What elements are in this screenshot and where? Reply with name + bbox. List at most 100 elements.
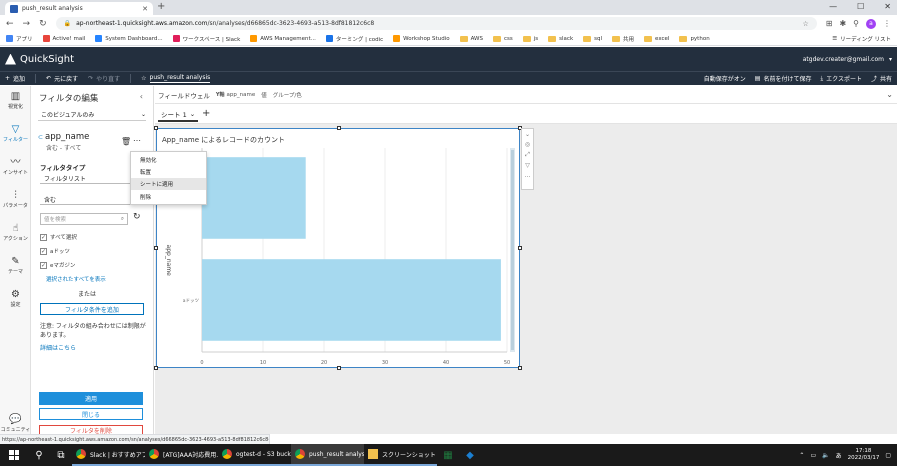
- learn-more-link[interactable]: 詳細はこちら: [40, 343, 76, 352]
- rail-item-visualize[interactable]: ▥ 視覚化: [0, 91, 31, 110]
- bookmark-star-icon[interactable]: ☆: [802, 20, 808, 28]
- taskbar-app[interactable]: push_result analysis...: [291, 444, 364, 466]
- menu-item-delete[interactable]: 削除: [131, 191, 206, 203]
- bookmark-item[interactable]: sql: [583, 35, 602, 42]
- bookmark-item[interactable]: js: [522, 35, 538, 42]
- bookmark-item[interactable]: AWS Management...: [250, 35, 316, 42]
- show-selected-link[interactable]: 選択されたすべてを表示: [46, 275, 106, 283]
- minimize-icon[interactable]: —: [829, 2, 837, 11]
- checkbox[interactable]: ✓: [40, 233, 47, 241]
- bookmark-item[interactable]: Active! mail: [42, 35, 85, 42]
- focus-icon[interactable]: ◎: [525, 141, 530, 148]
- bookmark-item[interactable]: Workshop Studio: [393, 35, 450, 42]
- bookmark-item[interactable]: アプリ: [6, 35, 33, 43]
- expand-icon[interactable]: ⤢: [525, 151, 530, 159]
- taskbar-app[interactable]: ogtest-d - S3 bucke...: [218, 444, 291, 466]
- resize-handle[interactable]: [154, 126, 158, 130]
- excel-icon[interactable]: ▦: [437, 444, 459, 466]
- bookmark-item[interactable]: System Dashboard...: [95, 35, 163, 42]
- value-well[interactable]: 値: [261, 91, 267, 99]
- menu-item-disable[interactable]: 無効化: [131, 154, 206, 166]
- checkbox-value-2[interactable]: ✓ eマガジン: [40, 261, 75, 269]
- filter-field-name[interactable]: ⊂ app_name: [38, 132, 89, 142]
- chevron-down-icon[interactable]: ⌄: [525, 131, 530, 138]
- user-menu[interactable]: atgdev.creater@gmail.com ▾: [803, 56, 892, 63]
- menu-item-transpose[interactable]: 転置: [131, 166, 206, 178]
- undo-button[interactable]: ↶ 元に戻す: [46, 74, 78, 83]
- expand-field-well-icon[interactable]: ⌄: [886, 90, 893, 99]
- checkbox-value-1[interactable]: ✓ aドッツ: [40, 247, 70, 255]
- maximize-icon[interactable]: ☐: [857, 2, 864, 11]
- more-options-icon[interactable]: …: [133, 134, 141, 143]
- tray-chevron-icon[interactable]: ⌃: [799, 452, 804, 459]
- rail-item-insights[interactable]: 〰 インサイト: [0, 157, 31, 176]
- task-view-icon[interactable]: ⧉: [50, 444, 72, 466]
- rail-item-community[interactable]: 💬 コミュニティ: [0, 414, 31, 433]
- bookmark-item[interactable]: python: [679, 35, 710, 42]
- extensions-icon[interactable]: ✱: [839, 19, 846, 28]
- save-as-button[interactable]: ▤ 名前を付けて保存: [755, 74, 812, 83]
- profile-avatar[interactable]: a: [866, 18, 876, 29]
- bookmark-item[interactable]: ターミング | codic: [325, 35, 383, 43]
- close-window-icon[interactable]: ✕: [884, 2, 891, 11]
- vscode-icon[interactable]: ◆: [459, 444, 481, 466]
- close-button[interactable]: 閉じる: [39, 408, 143, 420]
- bookmark-item[interactable]: AWS: [459, 35, 483, 42]
- trash-icon[interactable]: 🗑: [121, 137, 131, 146]
- ime-icon[interactable]: あ: [836, 451, 842, 460]
- value-search-input[interactable]: 値を検索 ⌕: [40, 213, 128, 225]
- filter-type-select[interactable]: フィルタリスト: [40, 173, 139, 184]
- volume-icon[interactable]: 🔈: [822, 452, 829, 459]
- network-icon[interactable]: ▭: [810, 452, 816, 459]
- new-tab-button[interactable]: +: [157, 1, 165, 12]
- more-options-icon[interactable]: …: [525, 172, 531, 179]
- rail-item-actions[interactable]: ☝ アクション: [0, 223, 31, 242]
- group-color-well[interactable]: グループ/色: [273, 91, 302, 99]
- rail-item-settings[interactable]: ⚙ 設定: [0, 289, 31, 308]
- back-icon[interactable]: ←: [6, 19, 14, 29]
- menu-item-apply-to-sheet[interactable]: シートに適用: [131, 178, 206, 190]
- taskbar-app[interactable]: スクリーンショット: [364, 444, 437, 466]
- url-input[interactable]: 🔒 ap-northeast-1.quicksight.aws.amazon.c…: [55, 17, 817, 30]
- browser-tab[interactable]: push_result analysis ✕: [5, 2, 153, 15]
- delete-filter-button[interactable]: フィルタを削除: [39, 425, 143, 434]
- add-button[interactable]: + 追加: [5, 74, 25, 83]
- notification-icon[interactable]: ▢: [885, 452, 891, 459]
- close-tab-icon[interactable]: ✕: [142, 5, 148, 13]
- bookmark-item[interactable]: slack: [548, 35, 573, 42]
- tab-sheet-1[interactable]: シート 1 ⌄: [158, 108, 198, 122]
- refresh-icon[interactable]: ↻: [133, 212, 141, 222]
- checkbox-select-all[interactable]: ✓ すべて選択: [40, 233, 77, 241]
- autosave-toggle[interactable]: 自動保存がオン: [704, 74, 746, 83]
- search-icon[interactable]: ⚲: [28, 444, 50, 466]
- redo-button[interactable]: ↷ やり直す: [88, 74, 120, 83]
- reading-list-button[interactable]: ☰ リーディング リスト: [832, 35, 891, 43]
- bookmark-item[interactable]: 共用: [612, 35, 634, 43]
- taskbar-app[interactable]: [ATG]AAA対応費用...: [145, 444, 218, 466]
- y-axis-well[interactable]: Y軸 app_name: [216, 91, 255, 99]
- condition-select[interactable]: 含む: [40, 194, 139, 205]
- reload-icon[interactable]: ↻: [39, 19, 47, 29]
- clock[interactable]: 17:18 2022/03/17: [848, 448, 880, 462]
- filter-scope-select[interactable]: このビジュアルのみ ⌄: [38, 109, 146, 121]
- filter-icon[interactable]: ▽: [525, 162, 530, 169]
- resize-handle[interactable]: [337, 126, 341, 130]
- add-filter-condition-button[interactable]: フィルタ条件を追加: [40, 303, 144, 315]
- bookmark-item[interactable]: ワークスペース | Slack: [172, 35, 240, 43]
- checkbox[interactable]: ✓: [40, 247, 47, 255]
- scrollbar-thumb[interactable]: [511, 150, 514, 350]
- apply-button[interactable]: 適用: [39, 392, 143, 405]
- share-button[interactable]: ⤴ 共有: [871, 74, 892, 83]
- bookmark-item[interactable]: excel: [644, 35, 669, 42]
- export-button[interactable]: ⤓ エクスポート: [820, 74, 861, 84]
- translate-icon[interactable]: ⊞: [826, 19, 833, 28]
- browser-menu-icon[interactable]: ⋮: [883, 19, 891, 28]
- puzzle-icon[interactable]: ⚲: [853, 19, 859, 28]
- bookmark-item[interactable]: css: [492, 35, 513, 42]
- rail-item-parameters[interactable]: ⫶ パラメータ: [0, 190, 31, 209]
- add-sheet-button[interactable]: +: [202, 108, 210, 119]
- collapse-panel-icon[interactable]: ‹: [140, 92, 143, 101]
- taskbar-app[interactable]: Slack | おすすめアプリ...: [72, 444, 145, 466]
- start-button[interactable]: [0, 444, 28, 466]
- rail-item-themes[interactable]: ✎ テーマ: [0, 256, 31, 275]
